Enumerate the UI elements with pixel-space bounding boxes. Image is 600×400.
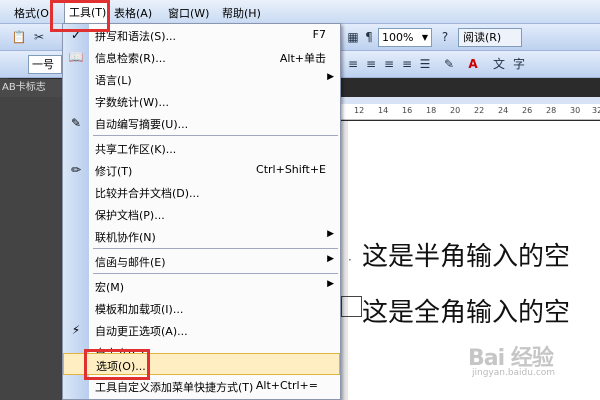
menu-item-autocorrect[interactable]: ⚡ 自动更正选项(A)...	[63, 319, 340, 341]
document-tab[interactable]: AB卡标志	[0, 79, 62, 97]
ruler-tick-label: 26	[522, 106, 533, 115]
horizontal-ruler[interactable]: 12 14 16 18 20 22 24 26 28 30 32	[340, 104, 600, 120]
help-icon[interactable]: ?	[436, 28, 454, 46]
menu-item-online-collaboration[interactable]: 联机协作(N) ▶	[63, 225, 340, 247]
menu-separator	[93, 273, 338, 274]
track-changes-icon: ✏	[70, 163, 82, 177]
chevron-down-icon: ▼	[421, 33, 428, 42]
cut-icon[interactable]: ✂	[30, 28, 48, 46]
submenu-arrow-icon: ▶	[327, 72, 334, 82]
justify-icon[interactable]: ≡	[398, 55, 416, 73]
align-center-icon[interactable]: ≡	[362, 55, 380, 73]
menu-item-language[interactable]: 语言(L) ▶	[63, 68, 340, 90]
menu-item-compare-merge[interactable]: 比较并合并文档(D)...	[63, 181, 340, 203]
menu-item-macro[interactable]: 宏(M) ▶	[63, 275, 340, 297]
highlight-box-tools	[50, 0, 110, 32]
menu-help[interactable]: 帮助(H)	[222, 5, 261, 21]
menu-item-templates-addins[interactable]: 模板和加载项(I)...	[63, 297, 340, 319]
ruler-background	[340, 97, 600, 104]
space-mark-icon: ·	[348, 253, 352, 267]
submenu-arrow-icon: ▶	[327, 279, 334, 289]
phonetic-icon[interactable]: 文	[490, 55, 508, 73]
ruler-tick-label: 30	[570, 106, 581, 115]
align-left-icon[interactable]: ≡	[344, 55, 362, 73]
enclose-char-icon[interactable]: 字	[510, 55, 528, 73]
highlight-icon[interactable]: ✎	[440, 55, 458, 73]
tools-menu: ✓ 拼写和语法(S)... F7 📖 信息检索(R)... Alt+单击 语言(…	[62, 23, 341, 400]
menu-item-track-changes[interactable]: ✏ 修订(T) Ctrl+Shift+E	[63, 159, 340, 181]
highlight-box-options	[84, 349, 150, 380]
docmap-icon[interactable]: ¶	[360, 28, 378, 46]
document-line-2[interactable]: 这是全角输入的空	[362, 292, 570, 329]
font-size-dropdown[interactable]: 一号	[28, 55, 62, 74]
submenu-arrow-icon: ▶	[327, 229, 334, 239]
ruler-tick-label: 12	[354, 106, 365, 115]
ruler-tick-label: 22	[474, 106, 485, 115]
menu-format[interactable]: 格式(O)	[14, 5, 53, 21]
ruler-tick-label: 20	[450, 106, 461, 115]
font-size-value: 一号	[32, 58, 54, 71]
menu-item-word-count[interactable]: 字数统计(W)...	[63, 90, 340, 112]
submenu-arrow-icon: ▶	[327, 254, 334, 264]
align-right-icon[interactable]: ≡	[380, 55, 398, 73]
ruler-tick-label: 18	[426, 106, 437, 115]
left-panel	[0, 97, 62, 400]
menu-window[interactable]: 窗口(W)	[168, 5, 209, 21]
summary-icon: ✎	[70, 116, 82, 130]
read-button[interactable]: 阅读(R)	[458, 28, 522, 47]
menu-item-autosummarize[interactable]: ✎ 自动编写摘要(U)...	[63, 112, 340, 134]
fullwidth-space-icon	[341, 296, 362, 317]
ruler-tick-label: 14	[378, 106, 389, 115]
paste-icon[interactable]: 📋	[10, 28, 28, 46]
menu-separator	[93, 248, 338, 249]
zoom-dropdown[interactable]: 100% ▼	[378, 28, 432, 47]
ruler-tick-label: 16	[402, 106, 413, 115]
font-color-icon[interactable]: A	[464, 55, 482, 73]
research-icon: 📖	[68, 50, 84, 64]
ruler-tick-label: 28	[546, 106, 557, 115]
menu-item-research[interactable]: 📖 信息检索(R)... Alt+单击	[63, 46, 340, 68]
autocorrect-icon: ⚡	[71, 323, 81, 337]
menu-item-shared-workspace[interactable]: 共享工作区(K)...	[63, 137, 340, 159]
zoom-value: 100%	[382, 31, 414, 44]
bullets-icon[interactable]: ☰	[416, 55, 434, 73]
read-label: 阅读(R)	[463, 31, 502, 44]
baidu-watermark: Bai 经验 jingyan.baidu.com	[468, 340, 555, 378]
menu-item-protect-document[interactable]: 保护文档(P)...	[63, 203, 340, 225]
ruler-tick-label: 24	[498, 106, 509, 115]
menu-table[interactable]: 表格(A)	[114, 5, 152, 21]
menu-item-letters-mailings[interactable]: 信函与邮件(E) ▶	[63, 250, 340, 272]
menu-separator	[93, 135, 338, 136]
watermark-url: jingyan.baidu.com	[472, 368, 556, 378]
document-line-1[interactable]: 这是半角输入的空	[362, 236, 570, 273]
page-margin	[340, 121, 348, 400]
ruler-tick-label: 32	[592, 106, 600, 115]
